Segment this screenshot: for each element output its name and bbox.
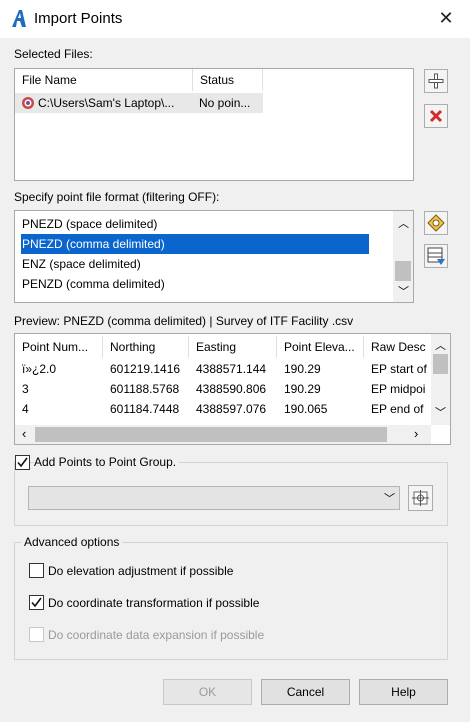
preview-vscroll-thumb[interactable] bbox=[433, 354, 448, 374]
column-header-file-name[interactable]: File Name bbox=[15, 69, 193, 91]
format-scroll-thumb[interactable] bbox=[395, 261, 411, 281]
selected-files-label: Selected Files: bbox=[14, 47, 93, 61]
table-cell: 3 bbox=[22, 382, 29, 396]
plus-icon bbox=[428, 73, 444, 89]
column-header-point-elevation[interactable]: Point Eleva... bbox=[277, 336, 364, 358]
table-cell: EP end of bbox=[371, 402, 424, 416]
scroll-up-icon[interactable]: ︿ bbox=[398, 215, 409, 231]
preview-horizontal-scrollbar[interactable]: ‹ › bbox=[15, 425, 431, 444]
close-icon[interactable]: ✕ bbox=[436, 8, 456, 28]
format-item-pnezd-space[interactable]: PNEZD (space delimited) bbox=[21, 214, 369, 234]
point-settings-icon bbox=[427, 214, 445, 232]
format-item-enz-space[interactable]: ENZ (space delimited) bbox=[21, 254, 369, 274]
column-header-point-number[interactable]: Point Num... bbox=[15, 336, 103, 358]
file-name-cell: C:\Users\Sam's Laptop\... bbox=[38, 96, 175, 110]
selected-files-list[interactable]: File Name Status C:\Users\Sam's Laptop\.… bbox=[14, 68, 414, 181]
scroll-down-icon[interactable]: ﹀ bbox=[435, 404, 446, 420]
format-label: Specify point file format (filtering OFF… bbox=[14, 190, 220, 204]
file-status-cell: No poin... bbox=[199, 96, 251, 110]
table-cell: 601184.7448 bbox=[110, 402, 180, 416]
scroll-left-icon[interactable]: ‹ bbox=[22, 426, 26, 441]
help-button[interactable]: Help bbox=[359, 679, 448, 705]
advanced-options-title: Advanced options bbox=[21, 535, 123, 549]
table-edit-icon bbox=[427, 247, 445, 265]
table-cell: EP midpoi bbox=[371, 382, 426, 396]
preview-table[interactable]: Point Num... Northing Easting Point Elev… bbox=[14, 333, 451, 445]
autocad-logo-icon bbox=[10, 9, 28, 29]
checkmark-icon bbox=[31, 597, 42, 608]
red-x-icon bbox=[429, 109, 443, 123]
format-item-pnezd-comma[interactable]: PNEZD (comma delimited) bbox=[21, 234, 369, 254]
table-cell: EP start of bbox=[371, 362, 427, 376]
column-header-status[interactable]: Status bbox=[193, 69, 263, 91]
coordinate-expansion-checkbox bbox=[29, 627, 44, 642]
format-options-button[interactable] bbox=[424, 211, 448, 235]
coordinate-transformation-checkbox[interactable] bbox=[29, 595, 44, 610]
add-to-point-group-checkbox[interactable] bbox=[15, 455, 30, 470]
format-list[interactable]: PNEZD (space delimited) PNEZD (comma del… bbox=[14, 210, 414, 303]
table-cell: 190.29 bbox=[284, 382, 321, 396]
column-header-northing[interactable]: Northing bbox=[103, 336, 189, 358]
add-to-point-group-label: Add Points to Point Group. bbox=[34, 455, 180, 469]
window-title: Import Points bbox=[34, 10, 123, 27]
scroll-down-icon[interactable]: ﹀ bbox=[398, 283, 409, 299]
table-cell: 190.065 bbox=[284, 402, 328, 416]
format-scrollbar[interactable]: ︿ ﹀ bbox=[393, 211, 413, 302]
table-cell: 601188.5768 bbox=[110, 382, 180, 396]
table-cell: 4 bbox=[22, 402, 29, 416]
pick-point-group-icon bbox=[412, 490, 429, 506]
format-item-penzd-comma[interactable]: PENZD (comma delimited) bbox=[21, 274, 369, 294]
preview-vertical-scrollbar[interactable]: ︿ ﹀ bbox=[431, 334, 450, 425]
remove-file-button[interactable] bbox=[424, 104, 448, 128]
preview-label: Preview: PNEZD (comma delimited) | Surve… bbox=[14, 314, 354, 328]
table-cell: 4388590.806 bbox=[196, 382, 267, 396]
coordinate-transformation-label: Do coordinate transformation if possible bbox=[48, 596, 260, 610]
table-cell: 190.29 bbox=[284, 362, 321, 376]
file-status-icon bbox=[21, 96, 35, 110]
checkmark-icon bbox=[17, 457, 28, 468]
column-header-easting[interactable]: Easting bbox=[189, 336, 277, 358]
table-cell: 4388597.076 bbox=[196, 402, 267, 416]
elevation-adjustment-checkbox[interactable] bbox=[29, 563, 44, 578]
scroll-up-icon[interactable]: ︿ bbox=[435, 337, 446, 353]
format-manager-button[interactable] bbox=[424, 244, 448, 268]
table-cell: ï»¿2.0 bbox=[22, 362, 57, 376]
scroll-right-icon[interactable]: › bbox=[414, 426, 418, 441]
preview-hscroll-thumb[interactable] bbox=[35, 427, 387, 442]
table-cell: 4388571.144 bbox=[196, 362, 267, 376]
elevation-adjustment-label: Do elevation adjustment if possible bbox=[48, 564, 234, 578]
table-cell: 601219.1416 bbox=[110, 362, 181, 376]
point-group-dropdown[interactable]: ﹀ bbox=[28, 486, 400, 510]
point-group-select-button[interactable] bbox=[408, 485, 433, 511]
chevron-down-icon: ﹀ bbox=[384, 493, 395, 505]
column-header-raw-description[interactable]: Raw Desc bbox=[364, 336, 431, 358]
cancel-button[interactable]: Cancel bbox=[261, 679, 350, 705]
coordinate-expansion-label: Do coordinate data expansion if possible bbox=[48, 628, 265, 642]
file-row[interactable]: C:\Users\Sam's Laptop\... No poin... bbox=[15, 93, 263, 113]
ok-button[interactable]: OK bbox=[163, 679, 252, 705]
add-file-button[interactable] bbox=[424, 69, 448, 93]
